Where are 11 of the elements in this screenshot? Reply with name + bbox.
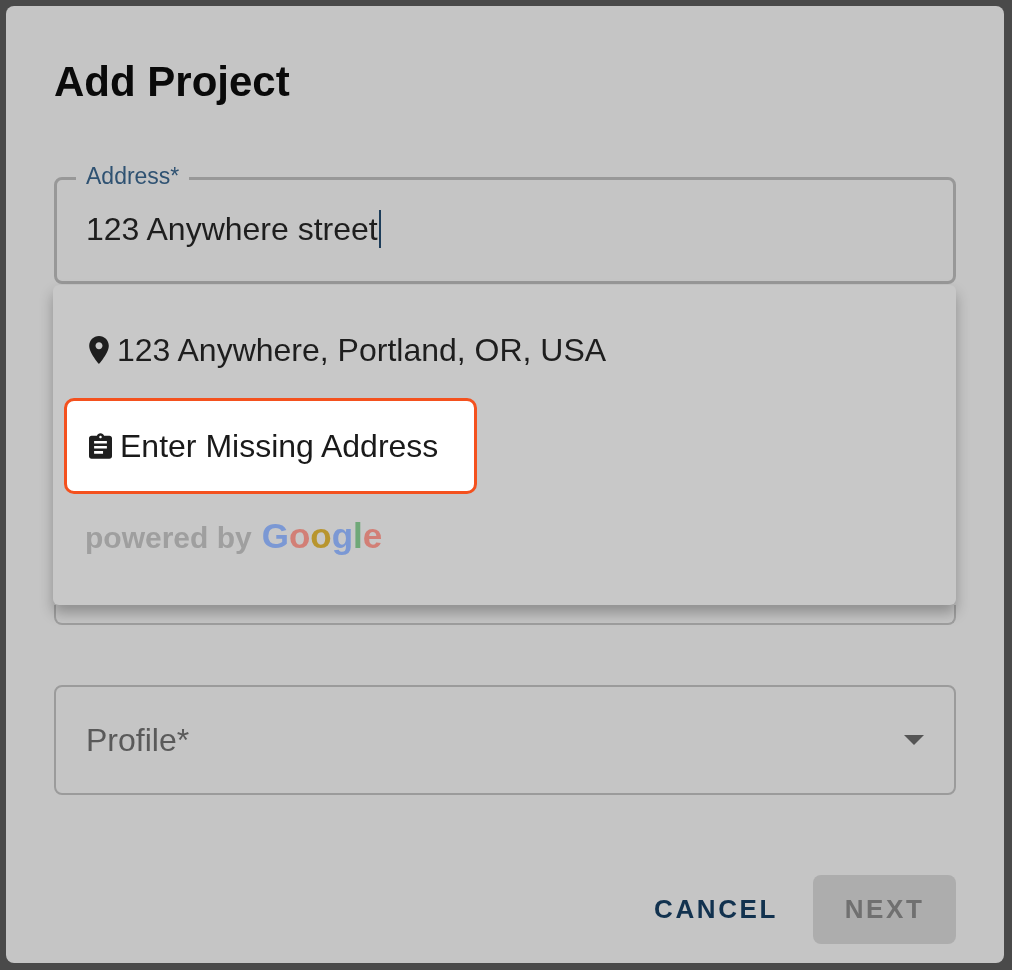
dialog-title: Add Project (54, 58, 290, 106)
caret-icon (904, 735, 924, 745)
brand-logo: Google (261, 516, 383, 556)
map-pin-icon (89, 336, 109, 364)
cursor-icon (378, 210, 381, 248)
suggestion-item[interactable]: 123 Anywhere, Portland, OR, USA (64, 302, 646, 398)
suggestion-item[interactable]: Enter Missing Address (64, 398, 478, 494)
cancel-button[interactable]: CANCEL (638, 875, 794, 944)
input-field[interactable] (54, 605, 956, 625)
clipboard-icon (89, 433, 112, 459)
profile-select[interactable]: Profile* (54, 685, 956, 795)
